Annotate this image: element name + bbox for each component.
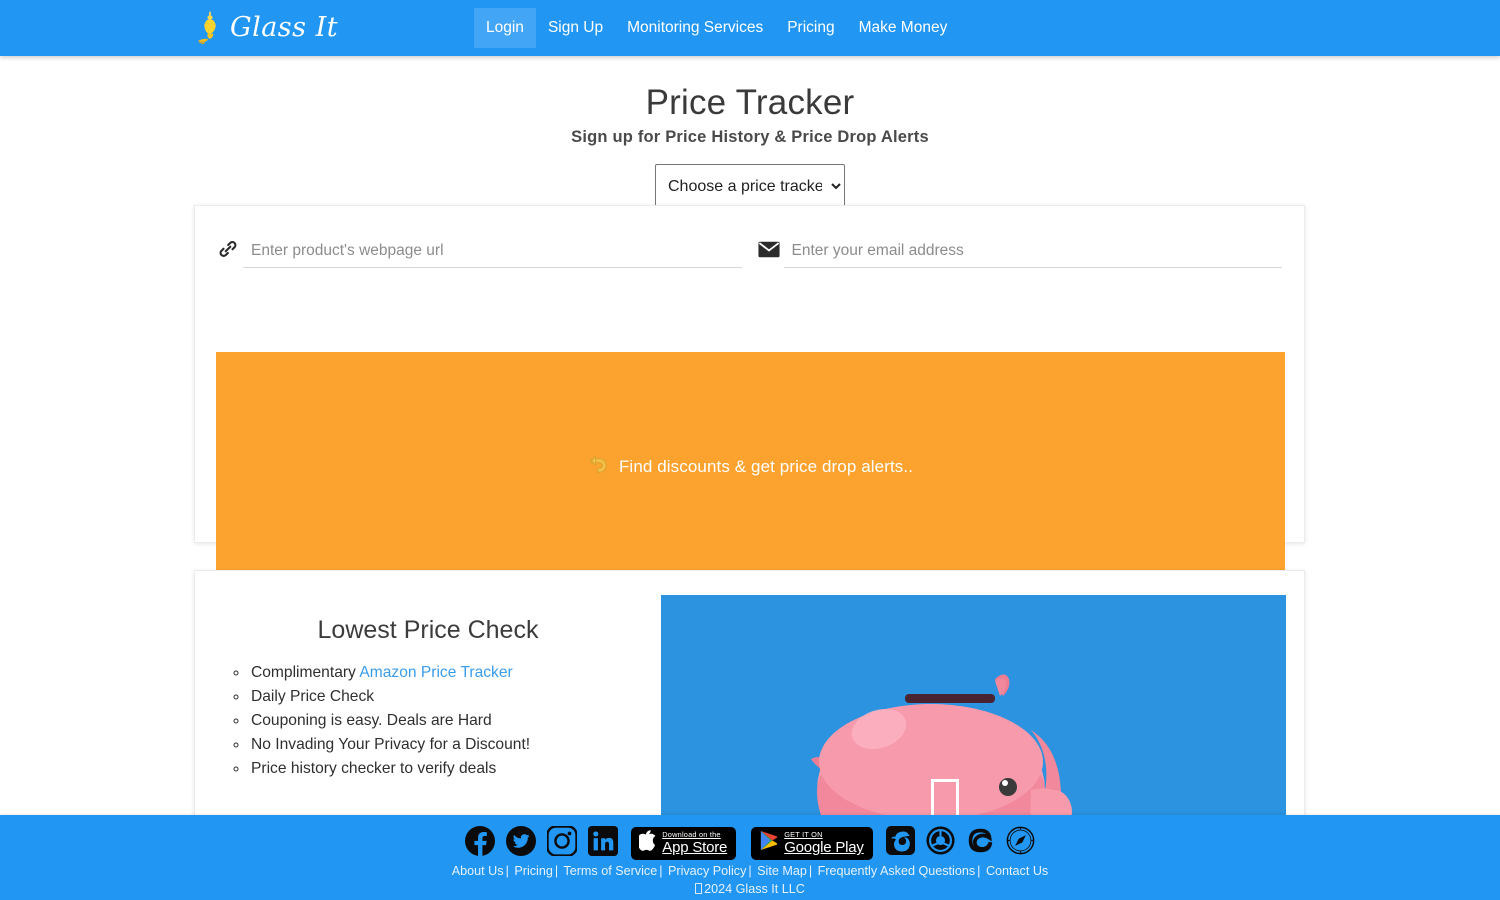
- footer-separator: |: [554, 864, 559, 878]
- promo-banner-text: Find discounts & get price drop alerts..: [618, 456, 914, 476]
- footer-link-about-us[interactable]: About Us: [452, 864, 504, 878]
- edge-icon[interactable]: [966, 826, 995, 860]
- footer-link-faq[interactable]: Frequently Asked Questions: [818, 864, 976, 878]
- footer-separator: |: [748, 864, 752, 878]
- form-fields-row: [195, 206, 1304, 268]
- footer-link-privacy-policy[interactable]: Privacy Policy: [668, 864, 746, 878]
- nav-item-pricing[interactable]: Pricing: [775, 8, 846, 48]
- brand-name: Glass It: [230, 11, 339, 43]
- google-play-icon: [759, 830, 778, 856]
- promo-banner-inner: Find discounts & get price drop alerts..: [588, 454, 914, 479]
- url-field-group: [217, 234, 742, 268]
- nav-item-signup[interactable]: Sign Up: [536, 8, 615, 48]
- app-store-text: Download on the App Store: [662, 829, 728, 857]
- nav-link-login[interactable]: Login: [474, 8, 536, 48]
- top-navigation-bar: Glass It Login Sign Up Monitoring Servic…: [0, 0, 1500, 56]
- list-item-text: Price history checker to verify deals: [251, 760, 497, 777]
- footer-separator: |: [808, 864, 813, 878]
- nav-link-signup[interactable]: Sign Up: [536, 8, 615, 48]
- chrome-icon[interactable]: [926, 826, 955, 860]
- nav-link-monitoring-services[interactable]: Monitoring Services: [615, 8, 775, 48]
- page-content: Price Tracker Sign up for Price History …: [0, 56, 1500, 900]
- list-item: Daily Price Check: [249, 685, 637, 709]
- google-play-small-text: GET IT ON: [784, 829, 823, 839]
- nav-link-pricing[interactable]: Pricing: [775, 8, 846, 48]
- footer-separator: |: [977, 864, 981, 878]
- curved-arrow-icon: [588, 454, 611, 479]
- tracker-select-wrapper: Choose a price tracker: [0, 164, 1500, 208]
- link-icon: [217, 234, 243, 264]
- twitter-icon[interactable]: [506, 825, 537, 861]
- product-url-input[interactable]: [243, 238, 742, 268]
- footer-separator: |: [505, 864, 509, 878]
- list-item-text: No Invading Your Privacy for a Discount!: [251, 736, 531, 753]
- genie-lamp-icon: [196, 8, 226, 48]
- nav-item-make-money[interactable]: Make Money: [847, 8, 960, 48]
- footer-links-row: About Us | Pricing | Terms of Service | Pri…: [0, 861, 1500, 880]
- footer-link-site-map[interactable]: Site Map: [757, 864, 807, 878]
- nav-item-login[interactable]: Login: [474, 8, 536, 48]
- firefox-icon[interactable]: [885, 826, 915, 860]
- footer-link-pricing[interactable]: Pricing: [514, 864, 553, 878]
- nav-item-monitoring-services[interactable]: Monitoring Services: [615, 8, 775, 48]
- site-footer: Download on the App Store GET IT ON Goog…: [0, 815, 1500, 900]
- page-title: Price Tracker: [645, 83, 855, 122]
- google-play-badge[interactable]: GET IT ON Google Play: [751, 826, 873, 860]
- app-store-small-text: Download on the: [662, 829, 721, 839]
- safari-icon[interactable]: [1006, 826, 1035, 860]
- amazon-price-tracker-link[interactable]: Amazon Price Tracker: [359, 664, 512, 681]
- nav-links-list: Login Sign Up Monitoring Services Pricin…: [474, 0, 959, 56]
- page-subtitle: Sign up for Price History & Price Drop A…: [571, 128, 929, 146]
- nav-link-make-money[interactable]: Make Money: [847, 8, 960, 48]
- info-heading: Lowest Price Check: [317, 616, 539, 644]
- footer-link-terms-of-service[interactable]: Terms of Service: [563, 864, 657, 878]
- missing-copyright-glyph: [695, 883, 703, 894]
- list-item: No Invading Your Privacy for a Discount!: [249, 733, 637, 757]
- linkedin-icon[interactable]: [588, 825, 619, 861]
- app-store-big-text: App Store: [662, 839, 728, 857]
- price-tracker-select[interactable]: Choose a price tracker: [655, 164, 845, 208]
- list-item: Complimentary Amazon Price Tracker: [249, 661, 637, 685]
- apple-icon: [637, 830, 656, 856]
- copyright-line: 2024 Glass It LLC: [0, 880, 1500, 898]
- facebook-icon[interactable]: [465, 825, 496, 861]
- list-item-text: Daily Price Check: [251, 688, 375, 705]
- copyright-text: 2024 Glass It LLC: [704, 882, 805, 896]
- google-play-text: GET IT ON Google Play: [784, 829, 864, 857]
- tracker-form-card: Find discounts & get price drop alerts..: [194, 205, 1305, 581]
- email-input[interactable]: [783, 238, 1282, 268]
- list-item: Couponing is easy. Deals are Hard: [249, 709, 637, 733]
- footer-separator: |: [659, 864, 663, 878]
- app-store-badge[interactable]: Download on the App Store: [631, 826, 737, 860]
- list-item-text: Couponing is easy. Deals are Hard: [251, 712, 492, 729]
- instagram-icon[interactable]: [546, 824, 579, 861]
- hero-section: Price Tracker Sign up for Price History …: [0, 56, 1500, 208]
- list-item-text: Complimentary: [251, 664, 360, 681]
- footer-icon-row: Download on the App Store GET IT ON Goog…: [0, 815, 1500, 861]
- envelope-icon: [757, 234, 784, 264]
- info-bullet-list: Complimentary Amazon Price Tracker Daily…: [219, 661, 637, 781]
- email-field-group: [757, 234, 1282, 268]
- promo-banner: Find discounts & get price drop alerts..: [216, 352, 1285, 581]
- footer-link-contact-us[interactable]: Contact Us: [986, 864, 1048, 878]
- google-play-big-text: Google Play: [784, 839, 864, 857]
- list-item: Price history checker to verify deals: [249, 757, 637, 781]
- brand-logo-link[interactable]: Glass It: [196, 6, 338, 50]
